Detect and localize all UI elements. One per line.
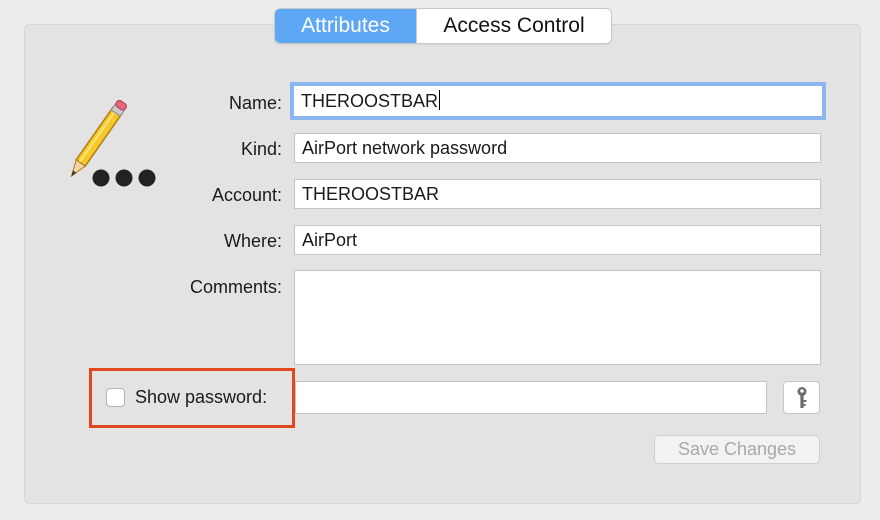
- show-password-checkbox[interactable]: [106, 388, 125, 407]
- tab-attributes[interactable]: Attributes: [275, 9, 416, 43]
- name-label: Name:: [228, 93, 282, 113]
- where-label: Where:: [223, 231, 282, 251]
- save-changes-button[interactable]: Save Changes: [654, 435, 820, 464]
- comments-label: Comments:: [189, 277, 282, 297]
- account-field[interactable]: THEROOSTBAR: [294, 179, 821, 209]
- key-icon: [797, 386, 806, 408]
- tab-access-control[interactable]: Access Control: [416, 9, 611, 43]
- key-button[interactable]: [783, 381, 820, 414]
- name-field[interactable]: THEROOSTBAR: [290, 82, 826, 120]
- kind-label: Kind:: [240, 139, 282, 159]
- name-value: THEROOSTBAR: [301, 91, 439, 111]
- text-caret: [439, 90, 441, 110]
- show-password-label[interactable]: Show password:: [135, 387, 267, 408]
- comments-field[interactable]: [294, 270, 821, 365]
- kind-field[interactable]: AirPort network password: [294, 133, 821, 163]
- account-label: Account:: [211, 185, 282, 205]
- tab-bar: Attributes Access Control: [274, 8, 612, 44]
- where-field[interactable]: AirPort: [294, 225, 821, 255]
- pencil-password-icon: [70, 99, 156, 187]
- password-field[interactable]: [295, 381, 767, 414]
